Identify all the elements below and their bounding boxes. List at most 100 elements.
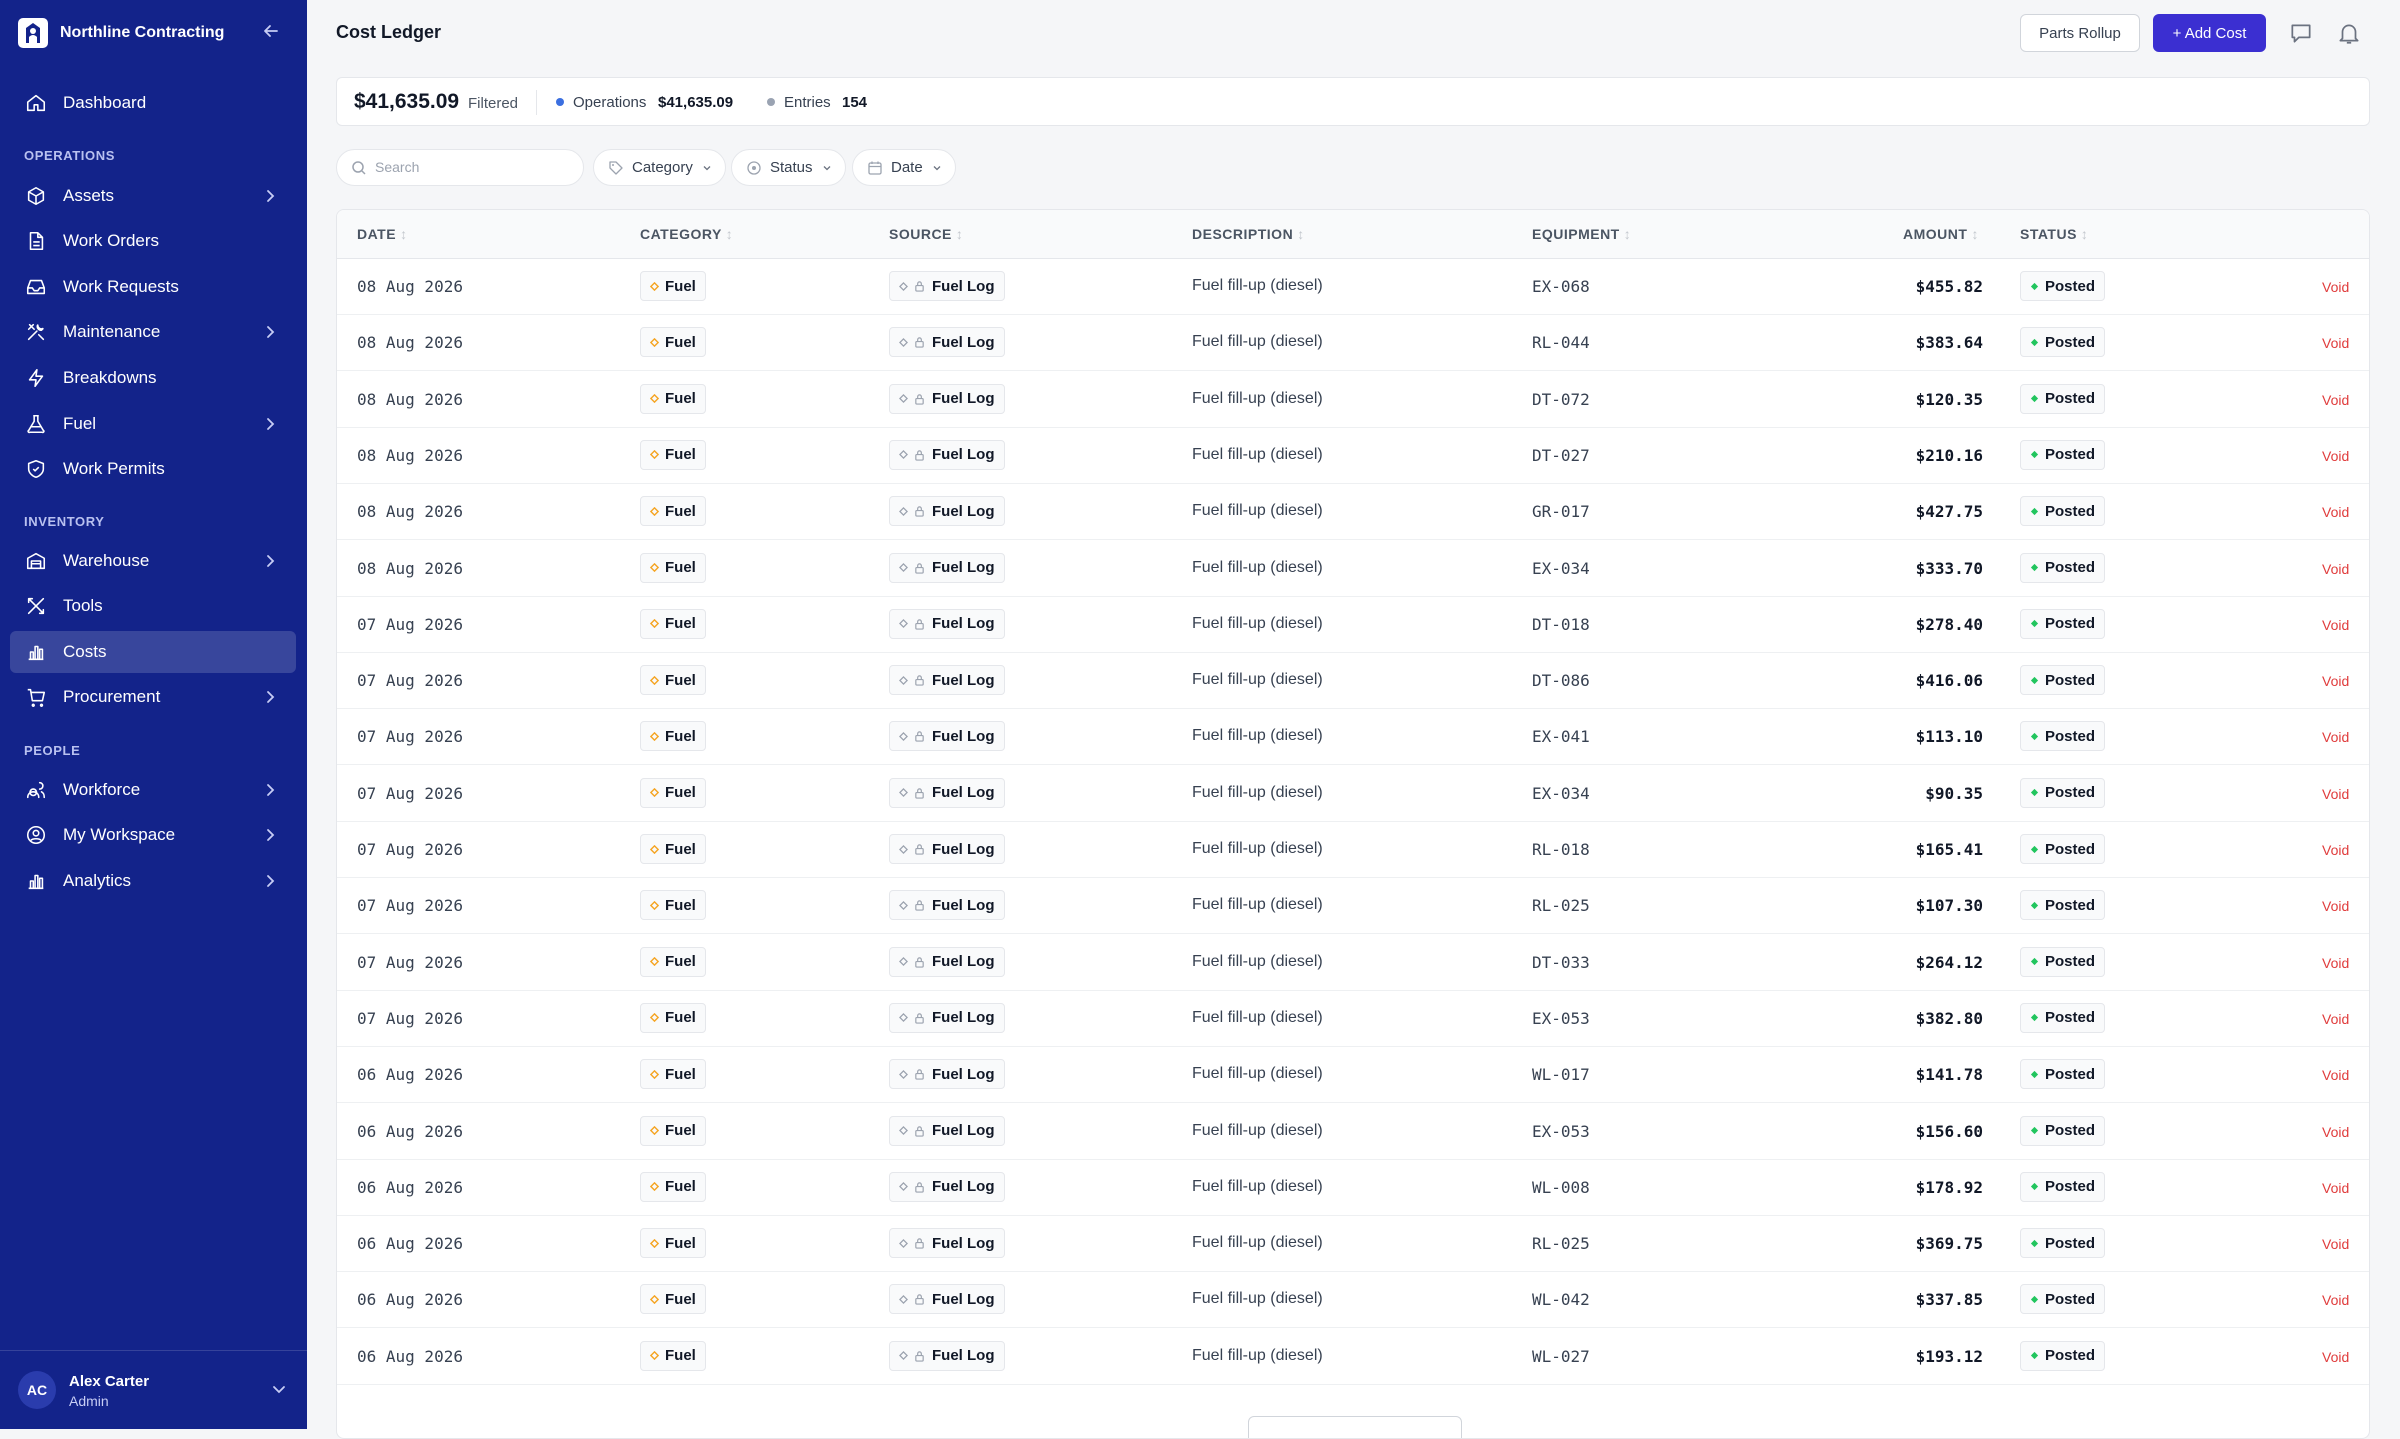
sidebar-item-workforce[interactable]: Workforce [10, 769, 296, 811]
source-badge[interactable]: Fuel Log [889, 834, 1005, 864]
void-button[interactable]: Void [2322, 279, 2349, 295]
column-date[interactable]: DATE ↕ [357, 226, 408, 242]
row-equipment[interactable]: EX-068 [1532, 277, 1590, 296]
void-button[interactable]: Void [2322, 1180, 2349, 1196]
row-equipment[interactable]: EX-041 [1532, 727, 1590, 746]
row-equipment[interactable]: DT-072 [1532, 390, 1590, 409]
row-equipment[interactable]: WL-027 [1532, 1347, 1590, 1366]
sidebar-item-my-workspace[interactable]: My Workspace [10, 814, 296, 856]
column-source[interactable]: SOURCE ↕ [889, 226, 963, 242]
chat-icon[interactable] [2288, 20, 2314, 46]
sidebar-item-fuel[interactable]: Fuel [10, 403, 296, 445]
category-filter[interactable]: Category [593, 149, 726, 186]
source-badge[interactable]: Fuel Log [889, 890, 1005, 921]
source-badge[interactable]: Fuel Log [889, 327, 1005, 358]
source-badge[interactable]: Fuel Log [889, 496, 1005, 527]
row-equipment[interactable]: RL-025 [1532, 1234, 1590, 1253]
void-button[interactable]: Void [2322, 842, 2349, 858]
sidebar-item-work-permits[interactable]: Work Permits [10, 448, 296, 490]
search-input[interactable]: Search [336, 149, 584, 186]
sidebar-item-breakdowns[interactable]: Breakdowns [10, 357, 296, 399]
void-button[interactable]: Void [2322, 392, 2349, 408]
row-equipment[interactable]: GR-017 [1532, 502, 1590, 521]
void-button[interactable]: Void [2322, 448, 2349, 464]
void-button[interactable]: Void [2322, 1011, 2349, 1027]
column-equipment[interactable]: EQUIPMENT ↕ [1532, 226, 1631, 242]
table-row[interactable]: 07 Aug 2026 Fuel Fuel Log Fuel fill-up (die… [337, 990, 2369, 1047]
source-badge[interactable]: Fuel Log [889, 1002, 1005, 1033]
row-equipment[interactable]: DT-033 [1532, 953, 1590, 972]
row-equipment[interactable]: WL-042 [1532, 1290, 1590, 1309]
column-status[interactable]: STATUS ↕ [2020, 226, 2088, 242]
void-button[interactable]: Void [2322, 1292, 2349, 1308]
source-badge[interactable]: Fuel Log [889, 1059, 1005, 1090]
source-badge[interactable]: Fuel Log [889, 271, 1005, 301]
sidebar-item-costs[interactable]: Costs [10, 631, 296, 673]
sidebar-item-procurement[interactable]: Procurement [10, 676, 296, 718]
sidebar-item-tools[interactable]: Tools [10, 585, 296, 627]
void-button[interactable]: Void [2322, 673, 2349, 689]
table-row[interactable]: 08 Aug 2026 Fuel Fuel Log Fuel fill-up (die… [337, 483, 2369, 541]
table-row[interactable]: 08 Aug 2026 Fuel Fuel Log Fuel fill-up (die… [337, 427, 2369, 484]
void-button[interactable]: Void [2322, 561, 2349, 577]
column-amount[interactable]: AMOUNT ↕ [1903, 226, 1979, 242]
row-equipment[interactable]: EX-053 [1532, 1122, 1590, 1141]
table-row[interactable]: 08 Aug 2026 Fuel Fuel Log Fuel fill-up (die… [337, 371, 2369, 428]
source-badge[interactable]: Fuel Log [889, 1115, 1005, 1146]
add-cost-button[interactable]: + Add Cost [2153, 14, 2266, 52]
column-description[interactable]: DESCRIPTION ↕ [1192, 226, 1305, 242]
row-equipment[interactable]: EX-034 [1532, 784, 1590, 803]
table-row[interactable]: 06 Aug 2026 Fuel Fuel Log Fuel fill-up (die… [337, 1046, 2369, 1104]
source-badge[interactable]: Fuel Log [889, 1171, 1005, 1202]
row-equipment[interactable]: EX-034 [1532, 559, 1590, 578]
void-button[interactable]: Void [2322, 955, 2349, 971]
table-row[interactable]: 06 Aug 2026 Fuel Fuel Log Fuel fill-up (die… [337, 1271, 2369, 1329]
sidebar-item-work-orders[interactable]: Work Orders [10, 220, 296, 262]
void-button[interactable]: Void [2322, 1067, 2349, 1083]
row-equipment[interactable]: WL-008 [1532, 1178, 1590, 1197]
table-row[interactable]: 07 Aug 2026 Fuel Fuel Log Fuel fill-up (die… [337, 934, 2369, 991]
void-button[interactable]: Void [2322, 1349, 2349, 1365]
table-row[interactable]: 06 Aug 2026 Fuel Fuel Log Fuel fill-up (die… [337, 1215, 2369, 1273]
collapse-sidebar-icon[interactable] [261, 21, 281, 47]
table-row[interactable]: 06 Aug 2026 Fuel Fuel Log Fuel fill-up (die… [337, 1159, 2369, 1216]
bell-icon[interactable] [2336, 20, 2362, 46]
table-row[interactable]: 08 Aug 2026 Fuel Fuel Log Fuel fill-up (die… [337, 258, 2369, 315]
table-row[interactable]: 07 Aug 2026 Fuel Fuel Log Fuel fill-up (die… [337, 708, 2369, 766]
sidebar-item-assets[interactable]: Assets [10, 175, 296, 217]
table-row[interactable]: 07 Aug 2026 Fuel Fuel Log Fuel fill-up (die… [337, 821, 2369, 878]
sidebar-item-analytics[interactable]: Analytics [10, 860, 296, 902]
source-badge[interactable]: Fuel Log [889, 1284, 1005, 1315]
void-button[interactable]: Void [2322, 335, 2349, 351]
column-category[interactable]: CATEGORY ↕ [640, 226, 733, 242]
table-row[interactable]: 07 Aug 2026 Fuel Fuel Log Fuel fill-up (die… [337, 596, 2369, 653]
source-badge[interactable]: Fuel Log [889, 1340, 1005, 1371]
source-badge[interactable]: Fuel Log [889, 383, 1005, 414]
load-more-button[interactable] [1248, 1416, 1462, 1438]
sidebar-item-maintenance[interactable]: Maintenance [10, 311, 296, 353]
void-button[interactable]: Void [2322, 786, 2349, 802]
source-badge[interactable]: Fuel Log [889, 665, 1005, 696]
void-button[interactable]: Void [2322, 1236, 2349, 1252]
row-equipment[interactable]: RL-018 [1532, 840, 1590, 859]
table-row[interactable]: 06 Aug 2026 Fuel Fuel Log Fuel fill-up (die… [337, 1328, 2369, 1385]
status-filter[interactable]: Status [731, 149, 846, 186]
source-badge[interactable]: Fuel Log [889, 1228, 1005, 1259]
source-badge[interactable]: Fuel Log [889, 946, 1005, 977]
row-equipment[interactable]: WL-017 [1532, 1065, 1590, 1084]
sidebar-item-work-requests[interactable]: Work Requests [10, 266, 296, 308]
source-badge[interactable]: Fuel Log [889, 439, 1005, 470]
sidebar-item-warehouse[interactable]: Warehouse [10, 540, 296, 582]
row-equipment[interactable]: RL-025 [1532, 896, 1590, 915]
user-menu[interactable]: AC Alex Carter Admin [0, 1350, 307, 1429]
source-badge[interactable]: Fuel Log [889, 608, 1005, 639]
void-button[interactable]: Void [2322, 504, 2349, 520]
table-row[interactable]: 08 Aug 2026 Fuel Fuel Log Fuel fill-up (die… [337, 540, 2369, 597]
row-equipment[interactable]: DT-086 [1532, 671, 1590, 690]
table-row[interactable]: 07 Aug 2026 Fuel Fuel Log Fuel fill-up (die… [337, 765, 2369, 822]
parts-rollup-button[interactable]: Parts Rollup [2020, 14, 2140, 52]
row-equipment[interactable]: DT-027 [1532, 446, 1590, 465]
row-equipment[interactable]: EX-053 [1532, 1009, 1590, 1028]
void-button[interactable]: Void [2322, 729, 2349, 745]
source-badge[interactable]: Fuel Log [889, 721, 1005, 752]
